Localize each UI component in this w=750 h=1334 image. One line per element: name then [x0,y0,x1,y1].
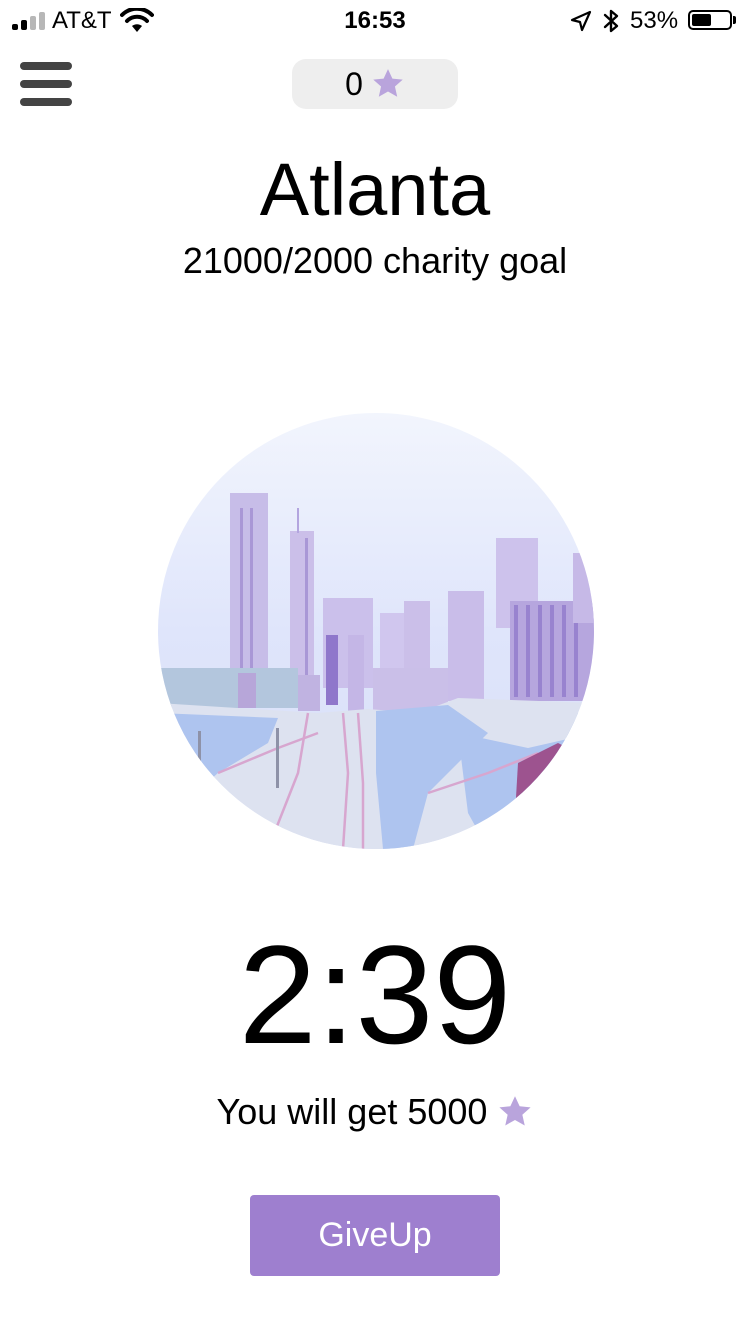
reward-text: You will get 5000 [216,1091,488,1132]
city-title: Atlanta [259,148,491,231]
battery-percent: 53% [630,7,679,34]
star-count: 0 [345,66,363,102]
give-up-button[interactable]: GiveUp [250,1195,500,1276]
star-icon [499,1096,532,1126]
atlanta-skyline-illustration [158,413,594,849]
battery-tip [733,16,736,24]
battery-icon [688,10,732,30]
bluetooth-icon [603,9,619,33]
star-balance-badge: 0 [292,59,458,109]
location-arrow-icon [570,10,592,32]
star-icon [373,69,403,97]
reward-line: You will get 5000 [0,1090,750,1134]
status-bar: AT&T 16:53 53% [0,0,750,40]
charity-goal-text: 21000/2000 charity goal [182,240,568,281]
battery-level-fill [692,14,711,26]
hamburger-menu-icon[interactable] [20,62,72,108]
countdown-timer: 2:39 [238,916,512,1073]
